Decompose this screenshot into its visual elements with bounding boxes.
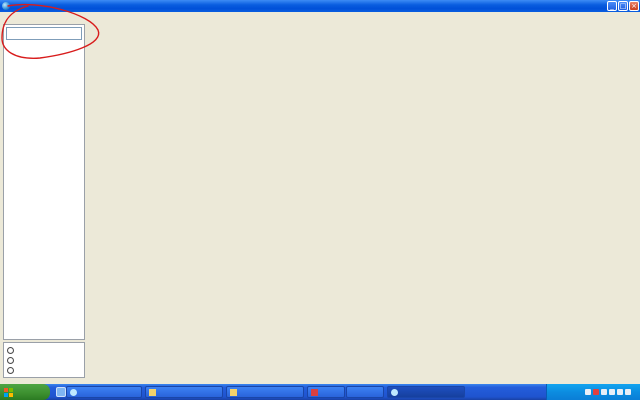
taskbar-item[interactable] [346,386,384,398]
sidebar-options-panel [3,342,85,378]
option-row[interactable] [7,345,81,355]
tray-icon[interactable] [585,389,591,395]
maximize-button[interactable]: □ [618,1,628,11]
app-task-icon [391,388,398,396]
taskbar-item[interactable] [226,386,304,398]
app-icon [2,2,10,10]
sidebar-tree-panel [3,24,85,340]
folder-icon [149,388,156,396]
window-controls: _ □ × [607,1,639,11]
menu-bar [0,12,640,22]
radio-icon[interactable] [7,346,14,354]
document-icon [311,388,318,396]
network-icon[interactable] [625,389,631,395]
radio-icon[interactable] [7,356,14,364]
taskbar-item[interactable] [66,386,142,398]
tray-icon[interactable] [609,389,615,395]
option-row[interactable] [7,365,81,375]
start-button[interactable] [0,384,50,400]
system-tray [546,384,640,400]
minimize-button[interactable]: _ [607,1,617,11]
app-task-icon [70,388,77,396]
taskbar-item[interactable] [145,386,223,398]
windows-logo-icon [4,387,13,397]
folder-icon [230,388,237,396]
tray-icon[interactable] [601,389,607,395]
taskbar-item[interactable] [307,386,345,398]
search-input[interactable] [6,27,82,40]
red-annotation-circle [1,3,100,59]
volume-icon[interactable] [617,389,623,395]
radio-icon[interactable] [7,366,14,374]
close-button[interactable]: × [629,1,639,11]
quick-launch-icon[interactable] [56,387,66,397]
title-bar: _ □ × [0,0,640,12]
taskbar-item-active[interactable] [387,386,465,398]
option-row[interactable] [7,355,81,365]
tray-icon[interactable] [593,389,599,395]
